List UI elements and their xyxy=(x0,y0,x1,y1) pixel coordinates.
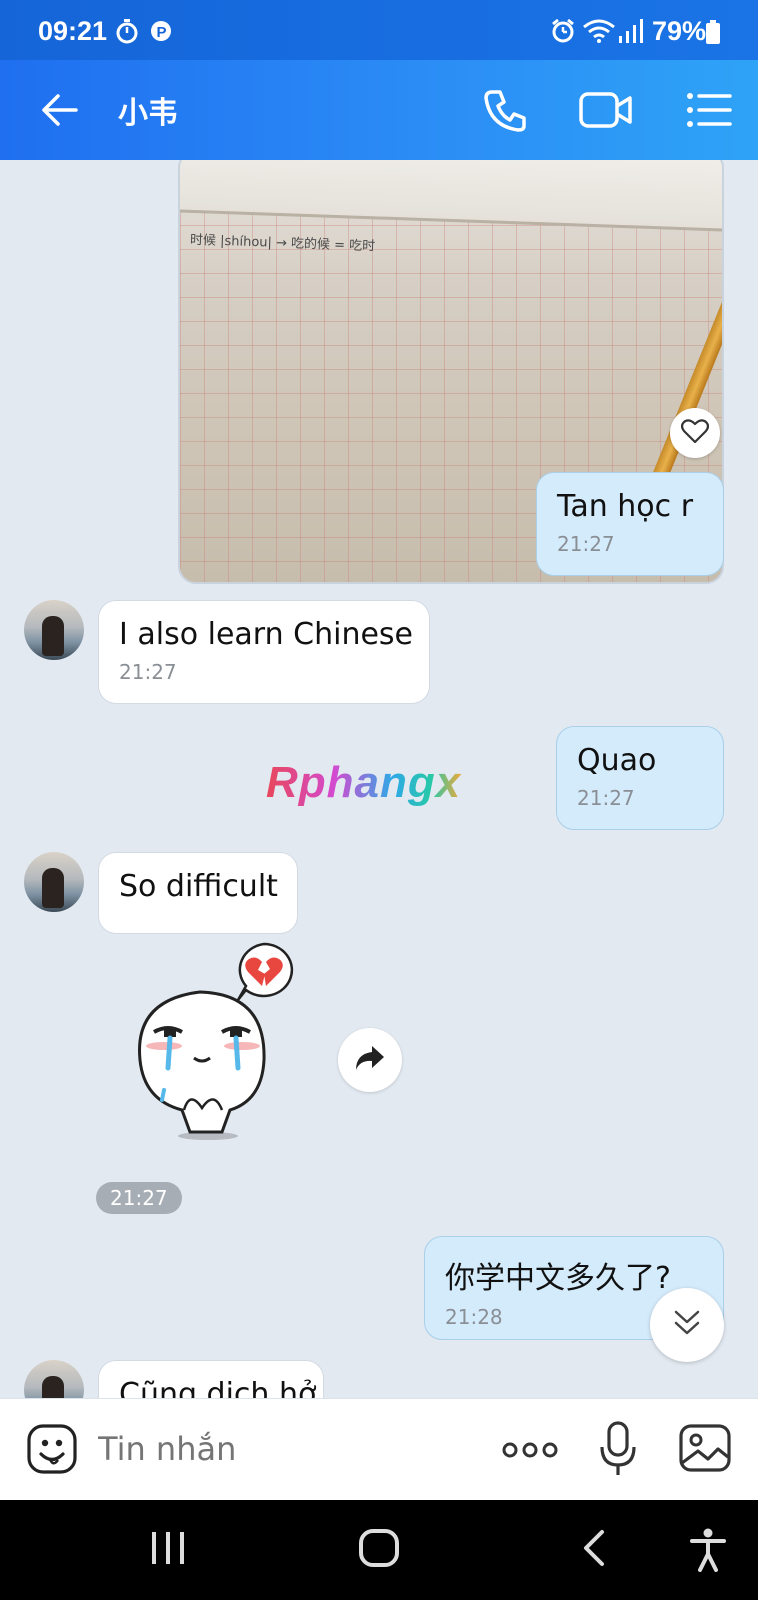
home-icon[interactable] xyxy=(358,1528,400,1572)
timer-icon xyxy=(116,18,138,48)
message-time: 21:27 xyxy=(577,786,635,810)
battery-icon xyxy=(706,20,720,48)
message-bubble-incoming[interactable]: I also learn Chinese 21:27 xyxy=(98,600,430,704)
watermark: Rphangx xyxy=(266,758,462,807)
p-app-icon: P xyxy=(150,18,172,48)
react-heart-button[interactable] xyxy=(670,408,720,458)
wifi-icon xyxy=(582,18,616,48)
battery-percent: 79% xyxy=(652,16,707,46)
message-text: Cũng dịch hở... xyxy=(119,1377,345,1398)
back-icon[interactable] xyxy=(578,1528,608,1572)
message-time: 21:27 xyxy=(119,660,177,684)
microphone-icon[interactable] xyxy=(598,1421,638,1477)
svg-text:P: P xyxy=(157,24,167,41)
message-text: Quao xyxy=(577,743,657,778)
emoji-icon[interactable] xyxy=(26,1423,78,1475)
scroll-to-bottom-button[interactable] xyxy=(650,1288,724,1362)
message-bubble-incoming[interactable]: Cũng dịch hở... xyxy=(98,1360,345,1398)
back-arrow-icon[interactable] xyxy=(36,86,84,134)
avatar[interactable] xyxy=(24,1360,84,1398)
status-bar: 09:21 P 79% xyxy=(0,0,758,60)
more-options-icon[interactable] xyxy=(500,1435,560,1465)
chat-header: 小韦 xyxy=(0,60,758,160)
message-text: I also learn Chinese xyxy=(119,617,414,652)
phone-call-icon[interactable] xyxy=(482,86,530,134)
share-arrow-icon xyxy=(354,1044,386,1076)
sticker-time: 21:27 xyxy=(96,1182,182,1214)
recent-apps-icon[interactable] xyxy=(150,1528,186,1572)
message-text: So difficult xyxy=(119,869,278,904)
contact-name[interactable]: 小韦 xyxy=(118,88,178,132)
message-bubble-outgoing[interactable]: Tan học r 21:27 xyxy=(536,472,724,576)
message-bubble-incoming[interactable]: So difficult xyxy=(98,852,298,934)
message-text: 你学中文多久了? xyxy=(445,1261,671,1296)
message-input[interactable] xyxy=(98,1427,478,1471)
status-time: 09:21 xyxy=(38,16,108,46)
gallery-icon[interactable] xyxy=(678,1423,732,1473)
message-composer xyxy=(0,1398,758,1500)
message-text: Tan học r xyxy=(557,489,694,524)
alarm-icon xyxy=(551,18,575,48)
message-time: 21:27 xyxy=(557,532,615,556)
chat-messages[interactable]: 时候 |shíhou| → 吃的候 = 吃时 Tan học r 21:27 I… xyxy=(0,160,758,1398)
avatar[interactable] xyxy=(24,852,84,912)
message-bubble-outgoing[interactable]: Quao 21:27 xyxy=(556,726,724,830)
menu-list-icon[interactable] xyxy=(684,86,734,134)
accessibility-icon[interactable] xyxy=(690,1528,726,1576)
avatar[interactable] xyxy=(24,600,84,660)
broken-heart-icon xyxy=(236,942,294,1001)
heart-icon xyxy=(680,418,710,448)
system-nav-bar xyxy=(0,1500,758,1600)
signal-icon xyxy=(618,18,644,48)
double-chevron-down-icon xyxy=(672,1308,702,1342)
video-call-icon[interactable] xyxy=(578,86,634,134)
forward-button[interactable] xyxy=(338,1028,402,1092)
